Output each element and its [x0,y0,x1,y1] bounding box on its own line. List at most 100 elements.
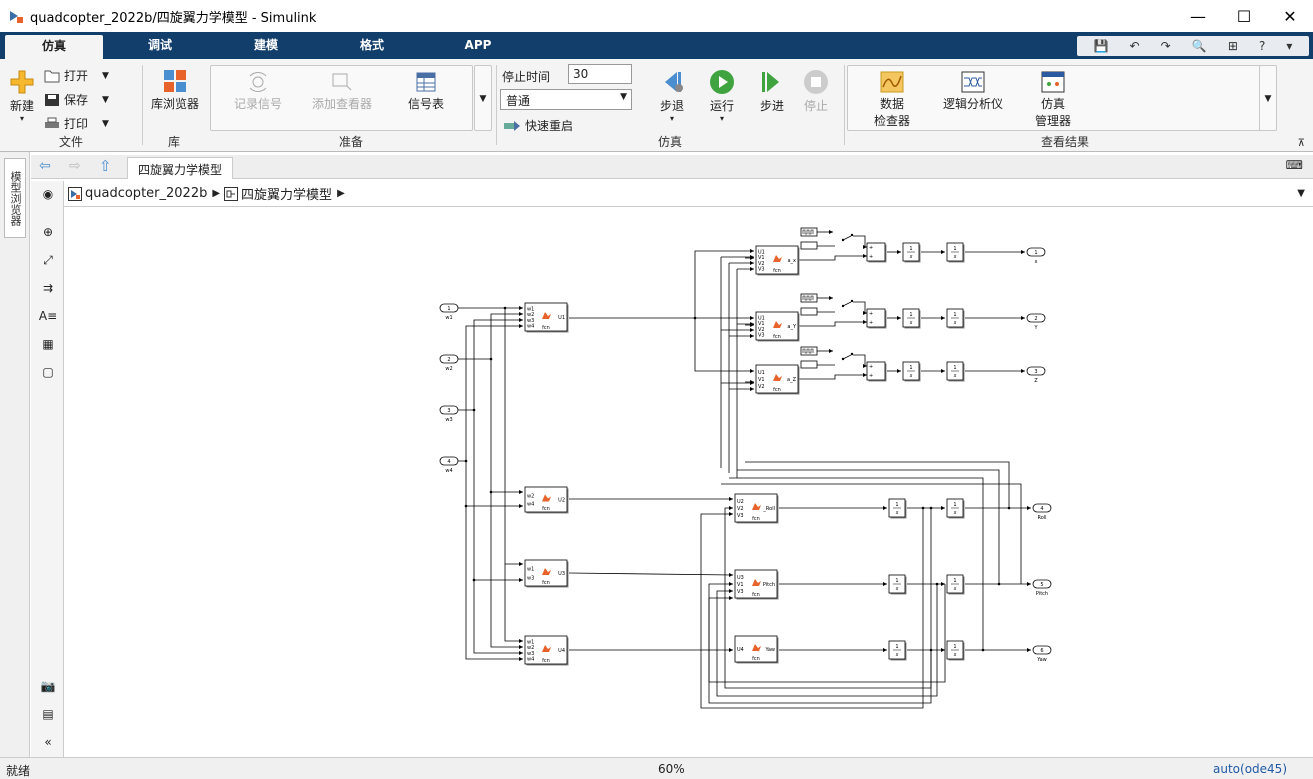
inport-w1[interactable]: 1 w1 [439,303,459,321]
stop-button[interactable]: 停止 [796,69,836,114]
sum-block[interactable]: ++ [866,308,887,329]
review-gallery-expand-icon[interactable]: ▼ [1259,65,1277,131]
constant-block[interactable] [800,360,818,369]
area-icon[interactable]: ▢ [39,363,57,381]
fcn-yaw[interactable]: U4 Yawfcn [734,635,779,664]
logic-analyzer-button[interactable]: 逻辑分析仪 [941,71,1005,112]
fast-restart-button[interactable]: 快速重启 [503,117,573,134]
annotation-icon[interactable]: A≡ [39,307,57,325]
fcn-u2[interactable]: w2 w4 U2 fcn [524,486,569,514]
zoom-level[interactable]: 60% [658,762,685,776]
breadcrumb-child[interactable]: 四旋翼力学模型 ▶ [224,184,345,203]
tab-debug[interactable]: 调试 [130,32,190,59]
integrator-roll-1[interactable]: 1s [888,498,907,519]
simulation-manager-button[interactable]: 仿真 管理器 [1031,71,1075,129]
switch-block[interactable] [841,233,854,242]
chevron-down-icon[interactable]: ▾ [1286,39,1292,53]
inport-w2[interactable]: 2 w2 [439,354,459,372]
inport-w3[interactable]: 3 w3 [439,405,459,423]
minimize-button[interactable]: — [1175,0,1221,32]
zoom-icon[interactable]: ⊕ [39,223,57,241]
switch-block[interactable] [841,352,854,361]
property-inspector-icon[interactable]: ▤ [39,705,57,723]
tab-apps[interactable]: APP [448,32,508,59]
model-canvas[interactable]: 1 w1 2 w2 3 w3 4 w4 w1 w2 w3 w4 U1 fcn w2 w4 U2 fcn w1 w3 U3… [65,208,1305,756]
step-back-button[interactable]: 步退 ▾ [652,69,692,123]
pulse-generator-block[interactable] [800,346,818,356]
fcn-pitch[interactable]: U3V1V3 Pitchfcn [734,569,779,600]
fit-to-view-icon[interactable]: ⤢ [39,251,57,269]
close-button[interactable]: ✕ [1267,0,1313,32]
sum-block[interactable]: ++ [866,242,887,263]
solver-link[interactable]: auto(ode45) [1213,762,1287,776]
pulse-generator-block[interactable] [800,293,818,303]
simulation-mode-select[interactable]: 普通 ▼ [500,89,632,110]
fcn-input-label: U4 [737,647,744,653]
integrator-yaw-1[interactable]: 1s [888,640,907,661]
integrator-az-1[interactable]: 1s [902,361,921,382]
port-name: Yaw [1036,657,1047,663]
pulse-generator-block[interactable] [800,227,818,237]
quick-insert-icon[interactable]: ⊞ [1228,39,1238,53]
run-play-icon [710,70,734,94]
integrator-pitch-2[interactable]: 1s [946,574,965,595]
fcn-input-label: V3 [758,332,765,338]
image-icon[interactable]: ▦ [39,335,57,353]
fcn-az[interactable]: U1V1V2 a_Zfcn [755,364,800,395]
integrator-roll-2[interactable]: 1s [946,498,965,519]
redo-icon[interactable]: ↷ [1161,39,1171,53]
model-tab[interactable]: 四旋翼力学模型 [127,157,234,179]
integrator-ax-1[interactable]: 1s [902,242,921,263]
outport-pitch[interactable]: 5 Pitch [1032,579,1052,597]
integrator-pitch-1[interactable]: 1s [888,574,907,595]
constant-block[interactable] [800,241,818,250]
fcn-ax[interactable]: U1V1V2V3a_xfcn [755,245,800,276]
up-arrow-icon[interactable]: ⇧ [99,157,112,175]
outport-x[interactable]: 1x [1026,247,1046,265]
screenshot-icon[interactable]: 📷 [39,677,57,695]
collapse-ribbon-icon[interactable]: ⊼ [1298,138,1305,149]
integrator-az-2[interactable]: 1s [946,361,965,382]
integrator-ay-2[interactable]: 1s [946,308,965,329]
help-icon[interactable]: ? [1259,39,1265,53]
integrator-ay-1[interactable]: 1s [902,308,921,329]
forward-arrow-icon[interactable]: ⇨ [69,158,81,174]
constant-block[interactable] [800,307,818,316]
stop-time-input[interactable]: 30 [568,64,632,84]
fcn-u3[interactable]: w1 w3 U3 fcn [524,559,569,588]
integrator-denominator: s [896,652,899,658]
breadcrumb-root[interactable]: quadcopter_2022b ▶ [68,186,220,201]
sum-block[interactable]: ++ [866,361,887,382]
hide-explorer-icon[interactable]: ◉ [39,185,57,203]
integrator-denominator: s [910,320,913,326]
fcn-u1[interactable]: w1w2w3w4U1fcn [524,302,569,333]
undo-icon[interactable]: ↶ [1130,39,1140,53]
save-icon[interactable]: 💾 [1094,39,1109,53]
arrange-icon[interactable]: ⇉ [39,279,57,297]
integrator-yaw-2[interactable]: 1s [946,640,965,661]
fcn-u4[interactable]: w1w2w3w4U4fcn [524,635,569,666]
model-browser-tab[interactable]: 模型浏览器 [4,158,26,238]
outport-y[interactable]: 2Y [1026,313,1046,331]
collapse-panel-icon[interactable]: « [39,733,57,751]
data-inspector-button[interactable]: 数据 检查器 [867,71,917,129]
outport-yaw[interactable]: 6 Yaw [1032,645,1052,663]
outport-roll[interactable]: 4 Roll [1032,503,1052,521]
step-forward-button[interactable]: 步进 [752,69,792,114]
integrator-ax-2[interactable]: 1s [946,242,965,263]
keyboard-icon[interactable]: ⌨ [1286,158,1303,172]
tab-simulation[interactable]: 仿真 [5,35,103,59]
tab-format[interactable]: 格式 [342,32,402,59]
block-diagram[interactable]: 1w1 2w2 3w3 4w4 w1w2w3w4U1fcn w2w4U2fcn w1w3U3… [65,208,1305,756]
run-button[interactable]: 运行 ▾ [702,69,742,123]
inport-w4[interactable]: 4 w4 [439,456,459,474]
fcn-roll[interactable]: U2V2V3 _Rollfcn [734,493,779,524]
back-arrow-icon[interactable]: ⇦ [39,158,51,174]
fcn-ay[interactable]: U1V1V2V3a_Yfcn [755,311,800,342]
outport-z[interactable]: 3Z [1026,366,1046,384]
tab-modeling[interactable]: 建模 [236,32,296,59]
maximize-button[interactable]: ☐ [1221,0,1267,32]
switch-block[interactable] [841,299,854,308]
breadcrumb-dropdown-icon[interactable]: ▼ [1297,188,1305,199]
search-icon[interactable]: 🔍 [1192,39,1207,53]
